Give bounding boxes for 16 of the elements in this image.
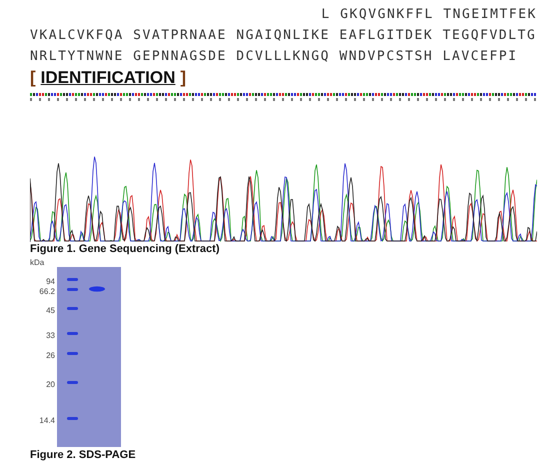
figure-caption: Figure 1. Gene Sequencing (Extract): [30, 243, 220, 255]
heading-bracket: ]: [180, 68, 186, 88]
marker-label: 94: [46, 277, 55, 286]
heading-bracket: [: [30, 68, 36, 88]
sequence-line: NRLTYTNWNE GEPNNAGSDE DCVLLLKNGQ WNDVPCSTSH LAVCEFPI: [30, 48, 519, 66]
sequence-line: VKALCVKFQA SVATPRNAAE NGAIQNLIKE EAFLGITDEK TEGQFVDLTG: [30, 27, 537, 45]
marker-label: 66.2: [39, 287, 55, 296]
sequence-line: L GKQVGNKFFL TNGEIMTFEK: [320, 6, 537, 24]
marker-label: 45: [46, 306, 55, 315]
unit-label: kDa: [30, 258, 46, 269]
marker-label: 33: [46, 331, 55, 340]
figure-caption: Figure 2. SDS-PAGE: [30, 449, 137, 461]
marker-label: 20: [46, 380, 55, 389]
marker-label: 26: [46, 351, 55, 360]
section-heading: IDENTIFICATION: [40, 68, 176, 88]
marker-label: 14.4: [39, 416, 55, 425]
